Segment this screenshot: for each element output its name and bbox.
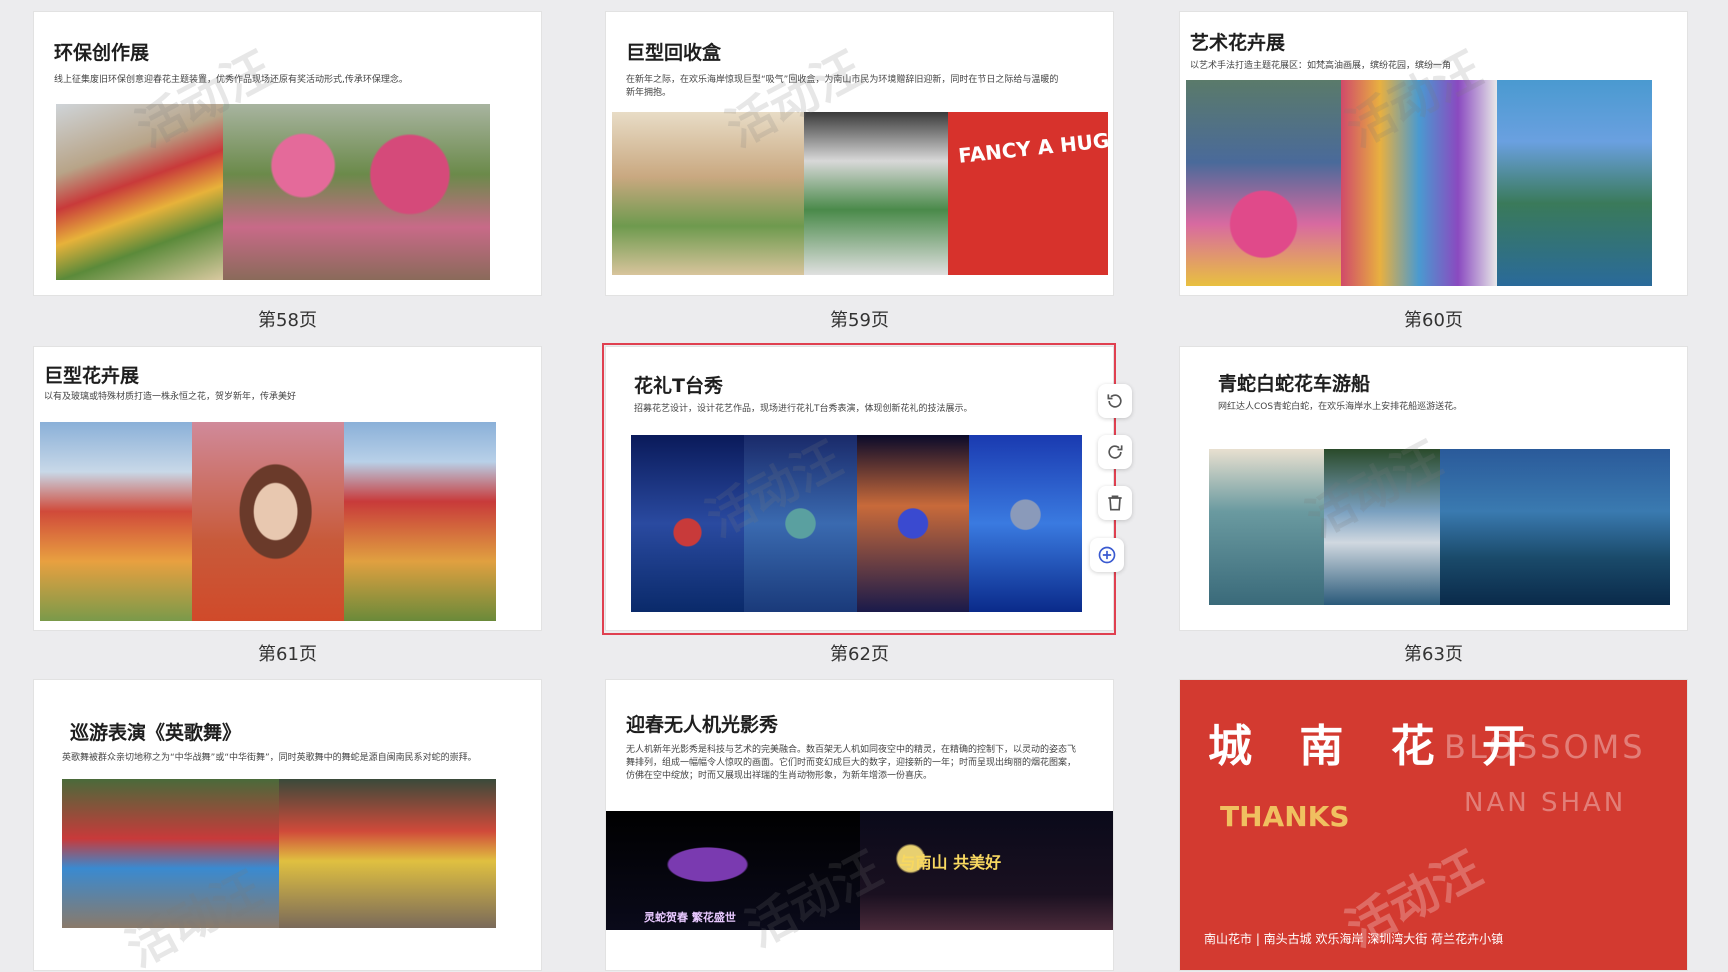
delete-button[interactable]	[1098, 486, 1132, 520]
photo-runway-2	[743, 435, 857, 612]
photo-flower-curtain	[1341, 80, 1497, 286]
photo-parade-1	[62, 779, 279, 928]
slide-photo-strip: 灵蛇贺春 繁花盛世 与南山 共美好	[606, 811, 1113, 930]
page-label-58: 第58页	[258, 310, 317, 331]
slide-title: 环保创作展	[54, 42, 150, 64]
slide-photo-strip	[1209, 449, 1670, 605]
slide-description: 网红达人COS青蛇白蛇，在欢乐海岸水上安排花船巡游送花。	[1218, 402, 1463, 412]
slide-description: 无人机新年光影秀是科技与艺术的完美融合。数百架无人机如同夜空中的精灵，在精确的控…	[626, 745, 1077, 781]
slide-description: 线上征集废旧环保创意迎春花主题装置，优秀作品现场还原有奖活动形式,传承环保理念。	[54, 75, 408, 85]
slide-description: 在新年之际，在欢乐海岸惊现巨型“吸气”回收盒，为南山市民为环境赠辞旧迎新，同时在…	[626, 75, 1059, 98]
photo-portrait	[192, 422, 344, 621]
photo-drone-dragon: 灵蛇贺春 繁花盛世	[606, 811, 860, 930]
slide-title: 巨型花卉展	[44, 365, 140, 387]
slide-description: 英歌舞被群众亲切地称之为“中华战舞”或“中华街舞”，同时英歌舞中的舞蛇是源自闽南…	[62, 753, 477, 763]
rotate-left-icon	[1107, 394, 1122, 408]
page-label-60: 第60页	[1404, 310, 1463, 331]
slide-photo-strip	[1186, 80, 1652, 286]
slide-thumbnail-63[interactable]: 青蛇白蛇花车游船 网红达人COS青蛇白蛇，在欢乐海岸水上安排花船巡游送花。	[1180, 347, 1687, 630]
photo-fancy-a-hug: FANCY A HUG	[948, 112, 1111, 275]
slide-thumbnail-66[interactable]: 城 南 花 开 BLOSSOMS NAN SHAN THANKS 南山花市 | …	[1180, 680, 1687, 970]
photo-caption: 与南山 共美好	[899, 853, 1002, 872]
photo-caption: FANCY A HUG	[957, 128, 1111, 168]
slide-subtitle-en: BLOSSOMS	[1444, 728, 1646, 766]
page-label-59: 第59页	[830, 310, 889, 331]
trash-icon	[1108, 495, 1122, 511]
slide-thumbnail-58[interactable]: 环保创作展 线上征集废旧环保创意迎春花主题装置，优秀作品现场还原有奖活动形式,传…	[34, 12, 541, 295]
slide-thumbnail-65[interactable]: 迎春无人机光影秀 无人机新年光影秀是科技与艺术的完美融合。数百架无人机如同夜空中…	[606, 680, 1113, 970]
photo-recycle-box	[612, 112, 804, 275]
photo-flower-installation	[56, 104, 223, 280]
slide-description: 以艺术手法打造主题花展区：如梵高油画展，缤纷花园，缤纷一角	[1190, 61, 1452, 71]
photo-flower-arch	[40, 422, 192, 621]
slide-title: 迎春无人机光影秀	[626, 714, 779, 736]
page-label-63: 第63页	[1404, 644, 1463, 665]
photo-flower-carpet	[1186, 80, 1342, 286]
page-label-62: 第62页	[830, 644, 889, 665]
photo-recycling-machine	[804, 112, 948, 275]
photo-boat-costumes	[1209, 449, 1325, 605]
rotate-right-icon	[1108, 445, 1123, 459]
rotate-right-button[interactable]	[1098, 435, 1132, 469]
slide-title: 巨型回收盒	[626, 42, 722, 64]
photo-runway-3	[856, 435, 970, 612]
photo-flower-boat	[1324, 449, 1440, 605]
photo-runway-4	[969, 435, 1082, 612]
rotate-left-button[interactable]	[1098, 384, 1132, 418]
slide-thumbnail-62[interactable]: 花礼T台秀 招募花艺设计，设计花艺作品，现场进行花礼T台秀表演，体现创新花礼的技…	[606, 347, 1113, 630]
slide-title: 巡游表演《英歌舞》	[70, 722, 242, 744]
slide-description: 以有及玻璃或特殊材质打造一株永恒之花，贺岁新年，传承美好	[44, 392, 297, 402]
slide-thumbnail-60[interactable]: 艺术花卉展 以艺术手法打造主题花展区：如梵高油画展，缤纷花园，缤纷一角	[1180, 12, 1687, 295]
slide-title: 花礼T台秀	[634, 375, 723, 397]
slide-photo-strip	[40, 422, 496, 621]
slide-thumbnail-59[interactable]: 巨型回收盒 在新年之际，在欢乐海岸惊现巨型“吸气”回收盒，为南山市民为环境赠辞旧…	[606, 12, 1113, 295]
slide-title: 青蛇白蛇花车游船	[1218, 373, 1371, 395]
slide-thumbnail-61[interactable]: 巨型花卉展 以有及玻璃或特殊材质打造一株永恒之花，贺岁新年，传承美好	[34, 347, 541, 630]
slide-photo-strip: FANCY A HUG	[612, 112, 1111, 275]
photo-flower-tower	[344, 422, 496, 621]
photo-night-boat	[1439, 449, 1670, 605]
photo-caption: 灵蛇贺春 繁花盛世	[644, 911, 736, 924]
slide-thumbnail-64[interactable]: 巡游表演《英歌舞》 英歌舞被群众亲切地称之为“中华战舞”或“中华街舞”，同时英歌…	[34, 680, 541, 970]
add-slide-button[interactable]	[1090, 538, 1124, 572]
slide-description: 招募花艺设计，设计花艺作品，现场进行花礼T台秀表演，体现创新花礼的技法展示。	[634, 404, 973, 414]
slide-photo-strip	[56, 104, 490, 280]
thanks-text: THANKS	[1220, 800, 1350, 833]
photo-drone-text: 与南山 共美好	[859, 811, 1113, 930]
photo-flower-sculptures	[222, 104, 490, 280]
slide-photo-strip	[631, 435, 1082, 612]
slide-footer: 南山花市 | 南头古城 欢乐海岸 深圳湾大街 荷兰花卉小镇	[1204, 932, 1504, 946]
page-label-61: 第61页	[258, 644, 317, 665]
slide-title: 艺术花卉展	[1190, 32, 1286, 54]
photo-painted-garden	[1496, 80, 1652, 286]
plus-circle-icon	[1098, 546, 1116, 564]
slide-photo-strip	[62, 779, 496, 928]
photo-parade-2	[279, 779, 496, 928]
photo-runway-1	[631, 435, 744, 612]
slide-subtitle-en-2: NAN SHAN	[1464, 788, 1627, 818]
